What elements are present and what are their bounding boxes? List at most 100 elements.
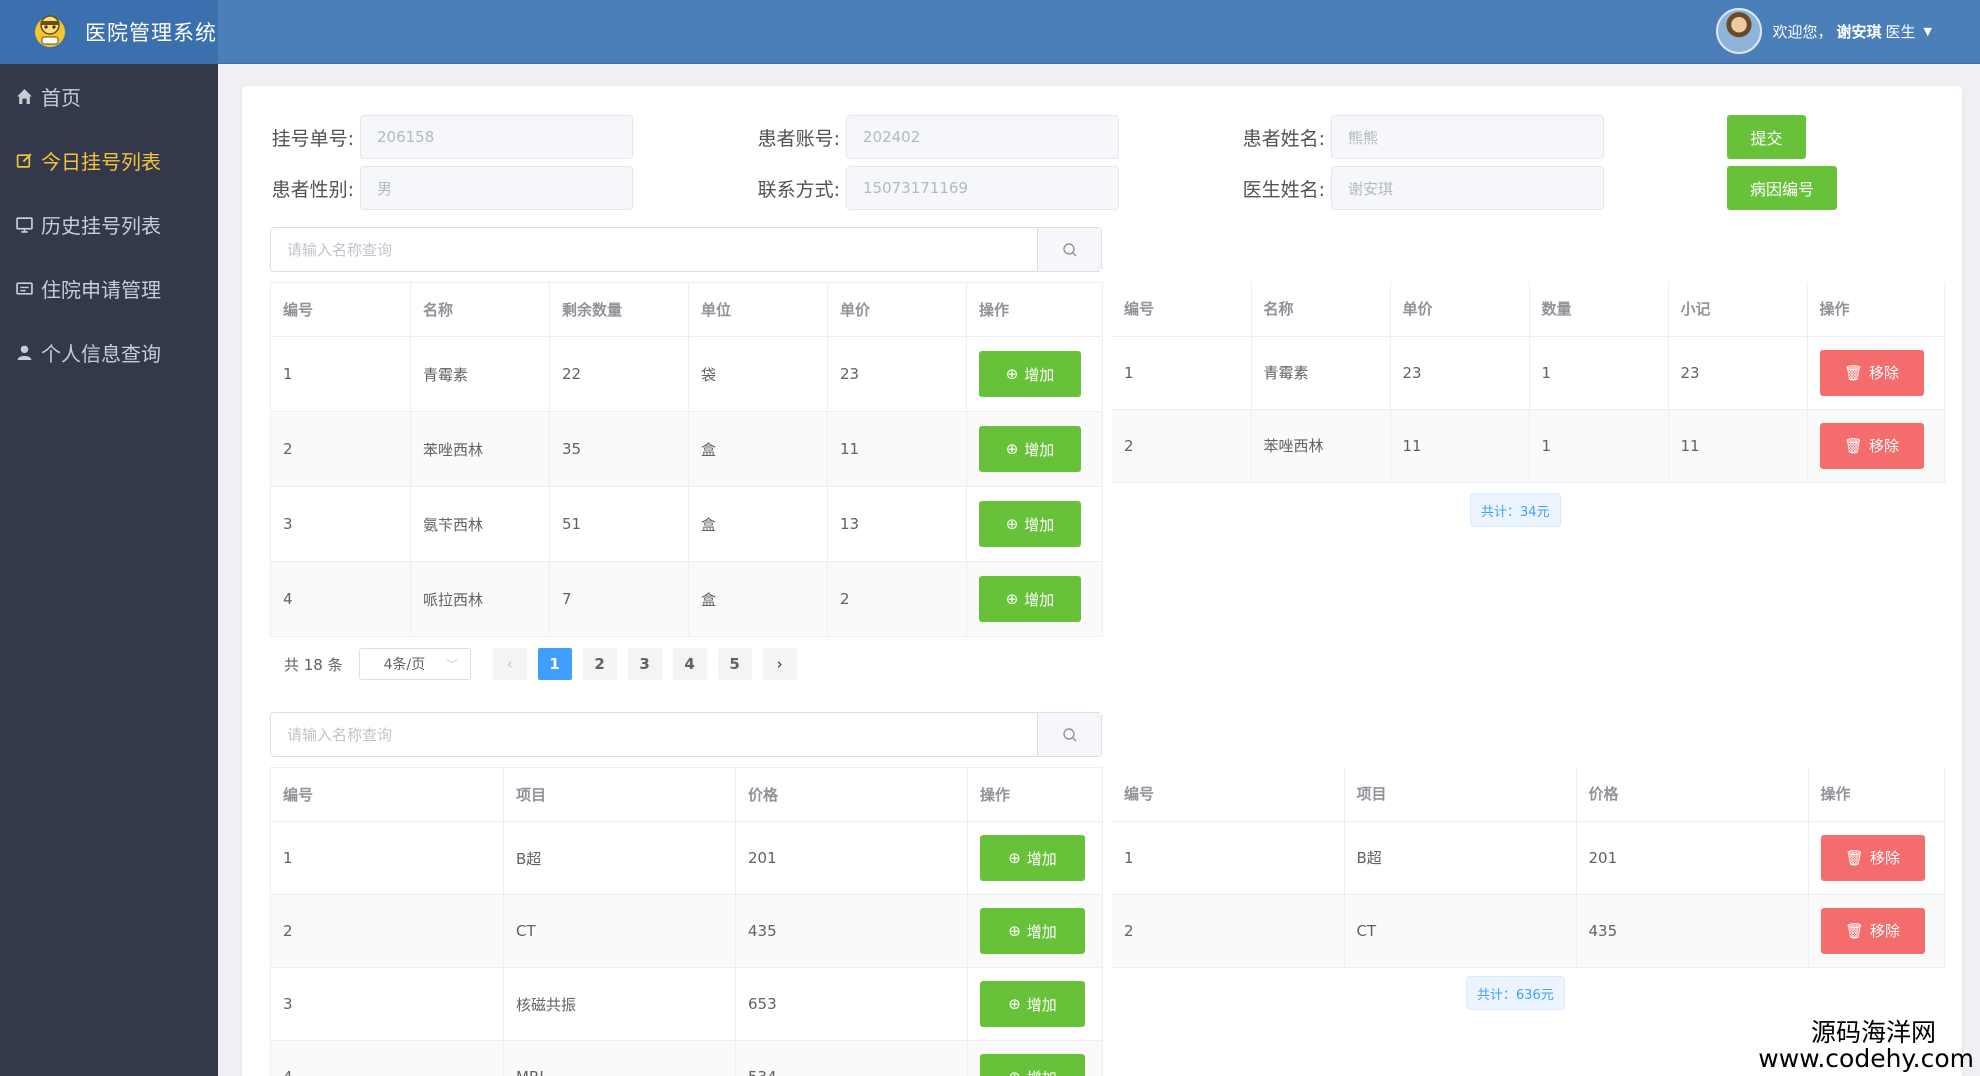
- selected-drugs-table: 编号 名称 单价 数量 小记 操作 1 青霉素 23 1 23 🗑 移除 2 苯唑…: [1112, 282, 1945, 483]
- patient-name-field[interactable]: 熊熊: [1331, 115, 1604, 159]
- sidebar-item-home[interactable]: 首页: [0, 64, 218, 128]
- exam-table: 编号 项目 价格 操作 1 B超 201 ⊕ 增加 2 CT 435 ⊕ 增加 3 …: [270, 767, 1103, 1076]
- cell-id: 2: [270, 894, 504, 968]
- doctor-field[interactable]: 谢安琪: [1331, 166, 1604, 210]
- table-row: 4 哌拉西林 7 盒 2 ⊕ 增加: [270, 561, 1103, 637]
- remove-button[interactable]: 🗑 移除: [1820, 907, 1925, 954]
- top-navbar: 医院管理系统 欢迎您， 谢安琪 医生 ▼: [0, 0, 1980, 64]
- table-row: 2 CT 435 ⊕ 增加: [270, 894, 1103, 968]
- gender-field[interactable]: 男: [360, 166, 633, 210]
- table-row: 3 核磁共振 653 ⊕ 增加: [270, 967, 1103, 1041]
- add-button[interactable]: ⊕ 增加: [980, 981, 1085, 1027]
- sidebar-item-label: 历史挂号列表: [41, 213, 161, 238]
- exam-total-badge: 共计：636元: [1466, 976, 1565, 1010]
- table-row: 3 氨苄西林 51 盒 13 ⊕ 增加: [270, 486, 1103, 562]
- page-button-2[interactable]: 2: [582, 648, 617, 680]
- reg-no-field[interactable]: 206158: [360, 115, 633, 159]
- search-icon: [1062, 727, 1076, 741]
- add-button[interactable]: ⊕ 增加: [979, 501, 1081, 547]
- cell-unit: 袋: [688, 336, 828, 412]
- page-button-3[interactable]: 3: [627, 648, 662, 680]
- user-menu[interactable]: 欢迎您， 谢安琪 医生 ▼: [1716, 7, 1932, 55]
- cell-action: ⊕ 增加: [967, 1040, 1103, 1076]
- phone-field[interactable]: 15073171169: [846, 166, 1119, 210]
- cell-action: ⊕ 增加: [966, 411, 1103, 487]
- drug-total-badge: 共计：34元: [1470, 493, 1561, 527]
- cell-quantity: 1: [1529, 409, 1669, 483]
- cell-subtotal: 11: [1668, 409, 1808, 483]
- cell-unit: 盒: [688, 561, 828, 637]
- cell-id: 4: [270, 561, 411, 637]
- remove-label: 移除: [1870, 849, 1901, 867]
- cell-item: CT: [1344, 894, 1577, 968]
- avatar[interactable]: [1716, 8, 1763, 54]
- cell-price: 653: [735, 967, 968, 1041]
- page-size-select[interactable]: 4条/页 ﹀: [358, 648, 471, 680]
- diagnosis-code-button[interactable]: 病因编号: [1727, 166, 1837, 210]
- add-button[interactable]: ⊕ 增加: [980, 1054, 1085, 1076]
- prev-page-button[interactable]: ‹: [492, 648, 527, 680]
- cell-item: B超: [1344, 821, 1577, 895]
- submit-button[interactable]: 提交: [1727, 115, 1806, 159]
- phone-label: 联系方式:: [757, 178, 840, 201]
- add-button[interactable]: ⊕ 增加: [979, 426, 1081, 472]
- reg-no-row: 挂号单号: 206158: [262, 115, 633, 159]
- logo-icon: [35, 15, 65, 47]
- drug-search-input[interactable]: 请输入名称查询: [271, 228, 1037, 271]
- add-button[interactable]: ⊕ 增加: [979, 576, 1081, 622]
- next-page-button[interactable]: ›: [762, 648, 797, 680]
- add-label: 增加: [1026, 849, 1057, 868]
- cell-id: 3: [270, 486, 411, 562]
- sidebar-item-hospitalization[interactable]: 住院申请管理: [0, 256, 218, 320]
- add-button[interactable]: ⊕ 增加: [979, 351, 1081, 397]
- cell-item: B超: [503, 821, 736, 895]
- exam-search-input[interactable]: 请输入名称查询: [271, 713, 1037, 756]
- chevron-down-icon: ﹀: [446, 658, 458, 671]
- sidebar-item-history-registrations[interactable]: 历史挂号列表: [0, 192, 218, 256]
- remove-button[interactable]: 🗑 移除: [1819, 422, 1924, 469]
- sidebar-item-personal-info[interactable]: 个人信息查询: [0, 320, 218, 384]
- gender-row: 患者性别: 男: [262, 166, 633, 210]
- table-row: 2 CT 435 🗑 移除: [1112, 894, 1945, 968]
- page-button-1[interactable]: 1: [537, 648, 572, 680]
- page-button-4[interactable]: 4: [672, 648, 707, 680]
- page-button-5[interactable]: 5: [717, 648, 752, 680]
- cell-id: 1: [1112, 821, 1345, 895]
- user-name: 谢安琪: [1836, 22, 1882, 41]
- plus-circle-icon: ⊕: [1008, 922, 1021, 940]
- chevron-left-icon: ‹: [506, 655, 513, 673]
- exam-search-button[interactable]: [1037, 713, 1101, 756]
- cell-id: 2: [270, 411, 411, 487]
- home-icon: [17, 88, 32, 104]
- cell-price: 11: [827, 411, 967, 487]
- cell-action: 🗑 移除: [1808, 894, 1945, 968]
- sidebar-item-label: 首页: [41, 85, 81, 110]
- sidebar-item-label: 住院申请管理: [41, 277, 161, 302]
- user-icon: [17, 345, 32, 360]
- column-header: 编号: [270, 767, 504, 822]
- column-header: 编号: [1112, 767, 1345, 822]
- trash-icon: 🗑: [1844, 848, 1865, 867]
- watermark-line2: www.codehy.com: [1758, 1043, 1974, 1073]
- cell-id: 1: [270, 336, 411, 412]
- add-button[interactable]: ⊕ 增加: [980, 835, 1085, 881]
- caret-down-icon[interactable]: ▼: [1924, 25, 1932, 38]
- sidebar-item-today-registrations[interactable]: 今日挂号列表: [0, 128, 218, 192]
- cell-id: 2: [1112, 894, 1345, 968]
- remove-button[interactable]: 🗑 移除: [1820, 834, 1925, 881]
- sidebar: 首页 今日挂号列表 历史挂号列表 住院申请管理 个人信息查询: [0, 64, 218, 1076]
- plus-circle-icon: ⊕: [1008, 849, 1021, 867]
- column-header: 数量: [1529, 282, 1669, 337]
- page-size-value: 4条/页: [383, 657, 426, 673]
- doctor-row: 医生姓名: 谢安琪: [1233, 166, 1604, 210]
- remove-button[interactable]: 🗑 移除: [1819, 349, 1924, 396]
- add-button[interactable]: ⊕ 增加: [980, 908, 1085, 954]
- cell-price: 11: [1390, 409, 1530, 483]
- column-header: 编号: [1112, 282, 1252, 337]
- account-field[interactable]: 202402: [846, 115, 1119, 159]
- cell-id: 1: [270, 821, 504, 895]
- column-header: 单价: [1390, 282, 1530, 337]
- drug-search-button[interactable]: [1037, 228, 1101, 271]
- cell-action: ⊕ 增加: [967, 967, 1103, 1041]
- cell-name: 氨苄西林: [410, 486, 550, 562]
